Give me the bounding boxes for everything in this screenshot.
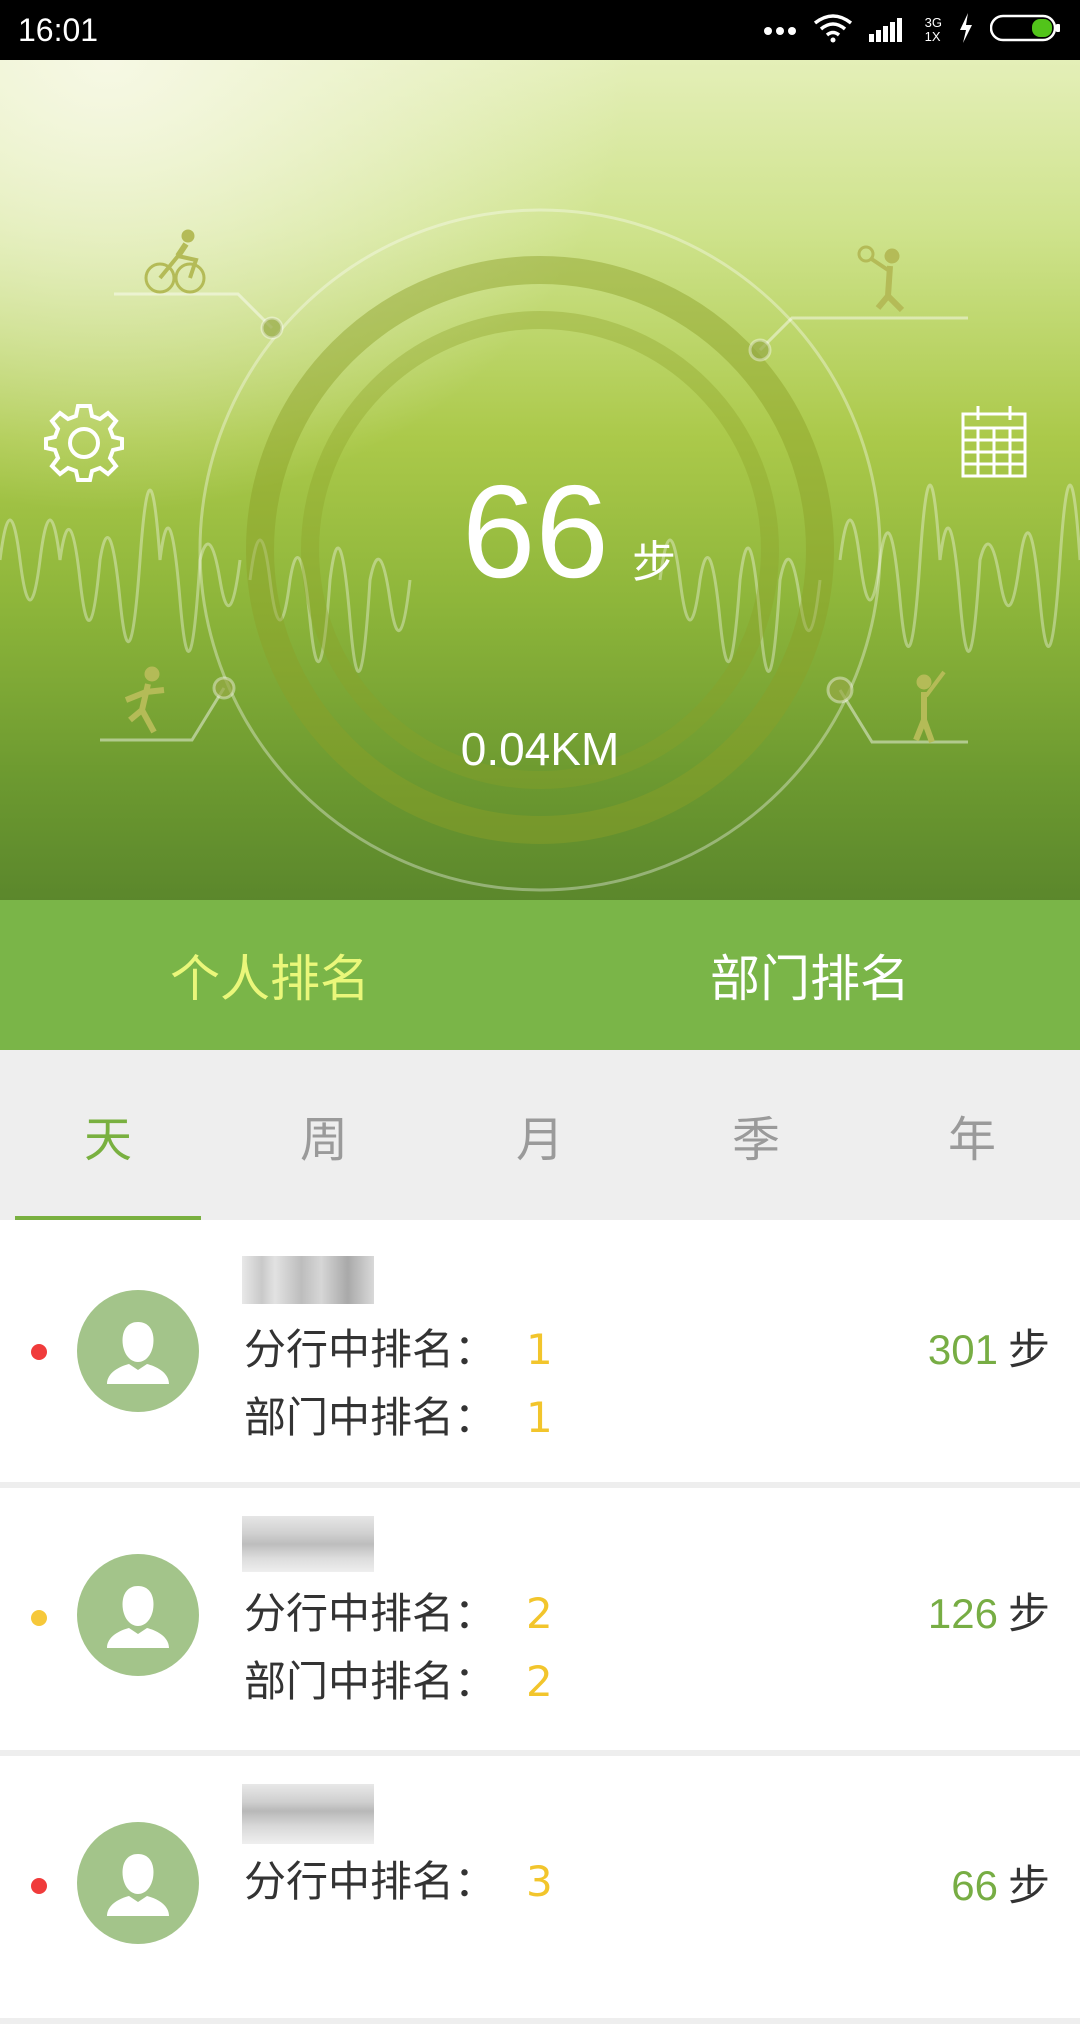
dept-rank: 部门中排名： 2 <box>244 1656 553 1708</box>
step-count: 301 步 <box>928 1324 1050 1376</box>
user-icon <box>107 1854 169 1916</box>
step-count: 66 步 <box>951 1860 1050 1912</box>
tab-season-label: 季 <box>731 1112 780 1168</box>
steps-count: 66 <box>462 458 609 605</box>
branch-rank: 分行中排名： 3 <box>244 1856 553 1908</box>
wifi-icon <box>813 13 853 47</box>
steps-unit: 步 <box>632 537 676 588</box>
step-unit: 步 <box>1007 1861 1050 1910</box>
tab-department-ranking[interactable]: 部门排名 <box>540 900 1080 1050</box>
settings-gear-button[interactable] <box>42 400 126 484</box>
network-label-bottom: 1X <box>924 29 941 44</box>
branch-rank-label: 分行中排名： <box>244 1589 497 1638</box>
branch-rank: 分行中排名： 2 <box>244 1588 553 1640</box>
more-dots-icon <box>763 21 797 40</box>
branch-rank-value: 3 <box>526 1857 553 1906</box>
dept-rank: 部门中排名： 1 <box>244 1392 553 1444</box>
calendar-button[interactable] <box>960 404 1028 480</box>
tab-month[interactable]: 月 <box>432 1050 648 1220</box>
step-counter-hero: 66 步 0.04KM <box>0 60 1080 900</box>
step-unit: 步 <box>1007 1589 1050 1638</box>
list-item[interactable]: 分行中排名： 3 66 步 <box>0 1756 1080 2024</box>
step-count-value: 126 <box>927 1590 998 1637</box>
branch-rank-value: 1 <box>526 1325 553 1374</box>
branch-rank-value: 2 <box>526 1589 553 1638</box>
avatar <box>77 1554 199 1676</box>
battery-icon <box>989 14 1062 46</box>
user-name-blurred <box>242 1516 374 1572</box>
status-time: 16:01 <box>18 12 99 48</box>
branch-rank-label: 分行中排名： <box>244 1325 497 1374</box>
dept-rank-value: 1 <box>526 1393 553 1442</box>
network-label-top: 3G <box>924 15 942 30</box>
rank-dot <box>31 1610 47 1626</box>
calendar-icon <box>961 406 1027 478</box>
ranking-tabs: 个人排名 部门排名 <box>0 900 1080 1050</box>
list-item[interactable]: 分行中排名： 1 部门中排名： 1 301 步 <box>0 1220 1080 1488</box>
tab-personal-ranking[interactable]: 个人排名 <box>0 900 540 1050</box>
ranking-list: 分行中排名： 1 部门中排名： 1 301 步 分行中排名： 2 部门中排名： 2 126… <box>0 1220 1080 2024</box>
user-icon <box>107 1586 169 1648</box>
dept-rank-label: 部门中排名： <box>244 1393 497 1442</box>
tab-year-label: 年 <box>947 1112 996 1168</box>
tab-week-label: 周 <box>299 1112 348 1168</box>
distance-value: 0.04KM <box>460 723 620 775</box>
dept-rank-label: 部门中排名： <box>244 1657 497 1706</box>
user-icon <box>107 1322 169 1384</box>
tab-month-label: 月 <box>515 1112 564 1168</box>
step-unit: 步 <box>1007 1325 1050 1374</box>
avatar <box>77 1290 199 1412</box>
tennis-player-icon <box>857 245 905 313</box>
list-item[interactable]: 分行中排名： 2 部门中排名： 2 126 步 <box>0 1488 1080 1756</box>
gear-icon <box>44 404 124 482</box>
dept-rank-value: 2 <box>526 1657 553 1706</box>
status-icons: 3G 1X <box>763 10 1062 50</box>
rank-dot <box>31 1344 47 1360</box>
status-bar: 16:01 3G 1X <box>0 0 1080 60</box>
branch-rank-label: 分行中排名： <box>244 1857 497 1906</box>
step-count-value: 301 <box>927 1326 998 1373</box>
period-tabs: 天 周 月 季 年 <box>0 1050 1080 1220</box>
avatar <box>77 1822 199 1944</box>
step-count: 126 步 <box>928 1588 1050 1640</box>
tab-day-label: 天 <box>83 1112 132 1168</box>
signal-icon <box>868 14 909 46</box>
step-count-value: 66 <box>951 1862 998 1909</box>
tab-year[interactable]: 年 <box>864 1050 1080 1220</box>
user-name-blurred <box>242 1784 374 1844</box>
network-type: 3G 1X <box>925 16 942 44</box>
branch-rank: 分行中排名： 1 <box>244 1324 553 1376</box>
cyclist-icon <box>144 229 206 294</box>
tab-season[interactable]: 季 <box>648 1050 864 1220</box>
charging-icon <box>958 13 974 47</box>
user-name-blurred <box>242 1256 374 1304</box>
tab-week[interactable]: 周 <box>216 1050 432 1220</box>
tab-day[interactable]: 天 <box>0 1050 216 1220</box>
rank-dot <box>31 1878 47 1894</box>
